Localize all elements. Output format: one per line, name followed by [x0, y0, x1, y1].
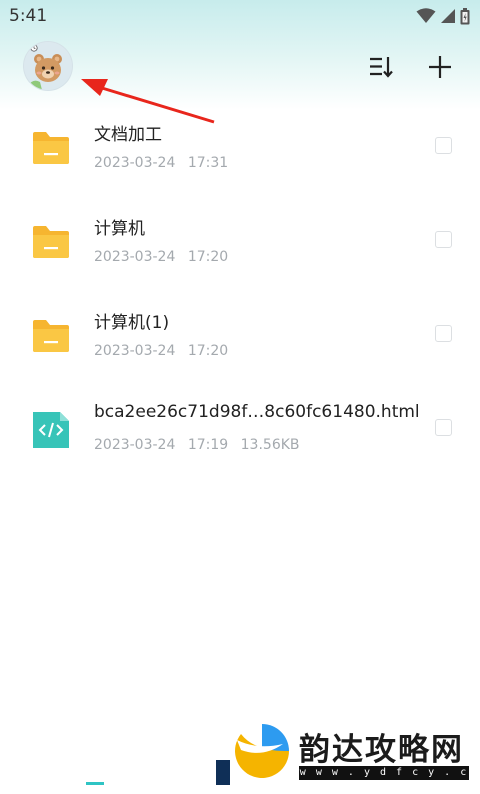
bear-avatar-icon	[24, 42, 72, 90]
file-name: 计算机	[94, 219, 145, 239]
user-avatar[interactable]	[24, 42, 72, 90]
file-checkbox[interactable]	[435, 419, 452, 436]
html-file-icon	[33, 412, 69, 448]
file-checkbox[interactable]	[435, 325, 452, 342]
file-time: 17:19	[187, 437, 229, 453]
status-icons	[412, 7, 470, 25]
folder-icon	[33, 132, 69, 164]
status-bar: 5:41	[0, 0, 480, 32]
sort-icon	[370, 57, 393, 78]
file-date: 2023-03-24	[94, 249, 176, 265]
battery-icon	[460, 7, 470, 24]
file-row[interactable]: 文档加工 2023-03-24 17:31	[0, 110, 480, 204]
watermark-logo-icon	[235, 724, 289, 778]
file-row[interactable]: 计算机 2023-03-24 17:20	[0, 204, 480, 298]
file-date: 2023-03-24	[94, 343, 176, 359]
status-time: 5:41	[9, 6, 48, 26]
file-meta: 2023-03-24 17:20	[94, 249, 228, 265]
watermark-url: w w w . y d f c y . c o m	[299, 766, 469, 792]
signal-icon	[441, 9, 455, 23]
file-meta: 2023-03-24 17:20	[94, 343, 228, 359]
file-meta: 2023-03-24 17:19 13.56KB	[94, 437, 300, 453]
file-row[interactable]: bca2ee26c71d98f…8c60fc61480.html 2023-03…	[0, 392, 480, 486]
add-button[interactable]	[425, 52, 455, 82]
bottom-icon-partial	[216, 760, 230, 785]
site-watermark: 韵达攻略网 w w w . y d f c y . c o m	[233, 722, 475, 792]
file-time: 17:20	[187, 343, 229, 359]
folder-icon	[33, 226, 69, 258]
file-name: 文档加工	[94, 125, 162, 145]
file-name: bca2ee26c71d98f…8c60fc61480.html	[94, 402, 420, 422]
wifi-icon	[416, 8, 436, 23]
file-name: 计算机(1)	[94, 313, 170, 333]
folder-icon	[33, 320, 69, 352]
file-date: 2023-03-24	[94, 155, 176, 171]
file-size: 13.56KB	[240, 437, 300, 453]
file-list: 文档加工 2023-03-24 17:31 计算机 2023-03-24 17:…	[0, 110, 480, 486]
file-time: 17:31	[187, 155, 229, 171]
watermark-title: 韵达攻略网	[299, 732, 464, 768]
file-row[interactable]: 计算机(1) 2023-03-24 17:20	[0, 298, 480, 392]
sort-button[interactable]	[366, 52, 396, 82]
file-checkbox[interactable]	[435, 137, 452, 154]
file-checkbox[interactable]	[435, 231, 452, 248]
file-date: 2023-03-24	[94, 437, 176, 453]
file-meta: 2023-03-24 17:31	[94, 155, 228, 171]
file-time: 17:20	[187, 249, 229, 265]
plus-icon	[429, 56, 451, 78]
